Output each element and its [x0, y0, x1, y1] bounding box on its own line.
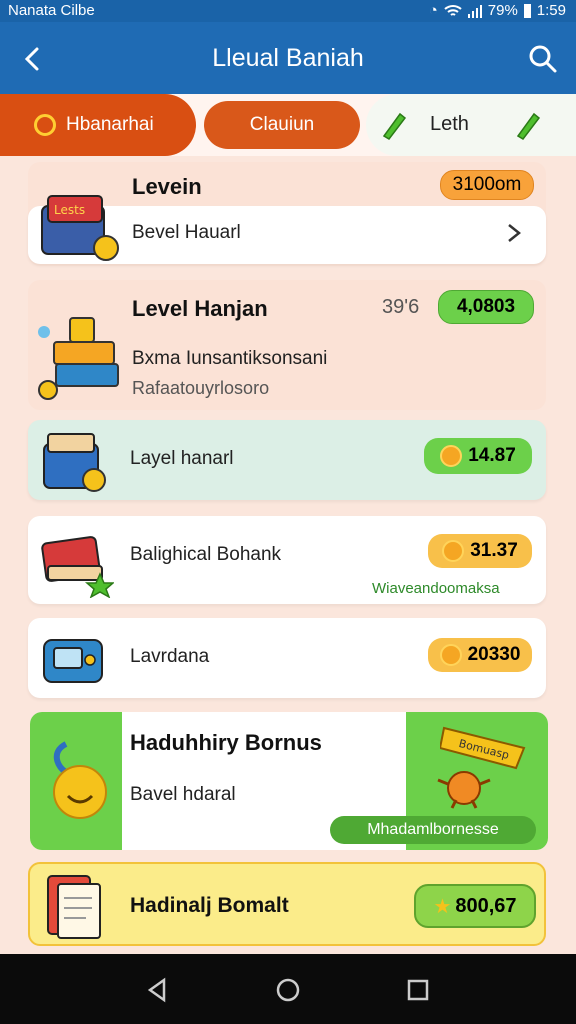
- tab-label: Clauiun: [249, 114, 315, 135]
- badge-value: 31.37: [470, 540, 518, 561]
- alarm-icon: ◔: [428, 2, 438, 19]
- book-star-icon: [41, 536, 114, 598]
- tab-bar: Hbanarhai Clauiun Leth: [0, 94, 576, 156]
- star-coin-icon: [442, 540, 465, 562]
- battery-percent: 79%: [487, 2, 518, 19]
- star-coin-icon: [440, 445, 463, 467]
- card-subtitle: Bavel hdaral: [130, 784, 236, 805]
- pencil-icon: [382, 112, 407, 140]
- reward-card-hadinalj[interactable]: Hadinalj Bomalt ★ 800,67: [28, 862, 546, 946]
- nav-home-icon[interactable]: [272, 974, 304, 1006]
- card-title: Level Hanjan: [132, 296, 268, 321]
- signal-icon: [467, 4, 482, 18]
- sun-character-icon: [437, 771, 491, 809]
- status-bar: Nanata Cilbe ◔ 79% 1:59: [0, 0, 576, 22]
- carrier-text: Nanata Cilbe: [8, 2, 95, 19]
- card-label: Balighical Bohank: [130, 544, 282, 565]
- treasure-chest-icon: [43, 433, 106, 492]
- bonus-card[interactable]: Haduhhiry Bornus Bavel hdaral Bomuasp Mh…: [30, 712, 548, 850]
- card-title: Hadinalj Bomalt: [130, 894, 289, 917]
- clock-time: 1:59: [536, 2, 566, 19]
- badge-value: 14.87: [468, 445, 516, 466]
- reward-badge: 14.87: [424, 438, 532, 474]
- card-title: Levein: [132, 174, 202, 199]
- card-label: Lavrdana: [130, 646, 210, 667]
- reward-card-balighical[interactable]: Balighical Bohank 31.37 Wiaveandoomaksa: [28, 516, 546, 604]
- box-label: Lests: [54, 203, 85, 217]
- pencil-icon: [516, 112, 541, 140]
- card-subtitle: Bevel Hauarl: [132, 222, 241, 243]
- badge-value: 800,67: [455, 894, 517, 917]
- card-note: Wiaveandoomaksa: [372, 580, 500, 597]
- battery-icon: [523, 3, 531, 18]
- ring-icon: [34, 114, 56, 136]
- mascot-icon: [53, 741, 107, 819]
- reward-badge: 4,0803: [438, 290, 534, 324]
- badge-value: 4,0803: [456, 296, 516, 317]
- nav-recents-icon[interactable]: [402, 974, 434, 1006]
- badge-value: 20330: [467, 644, 521, 665]
- search-icon[interactable]: [526, 42, 560, 76]
- book-stack-icon: [38, 317, 119, 400]
- chevron-right-icon[interactable]: [506, 222, 522, 244]
- reward-badge: 20330: [428, 638, 532, 672]
- radio-device-icon: [43, 639, 103, 683]
- tab-leth[interactable]: Leth: [366, 94, 576, 156]
- badge-value: Mhadamlbornesse: [367, 821, 499, 838]
- card-title: Haduhhiry Bornus: [130, 730, 322, 755]
- tab-hbanarhai[interactable]: Hbanarhai: [0, 94, 196, 156]
- reward-card-levein: Lests Levein Bevel Hauarl 3100om: [28, 162, 546, 266]
- page-title: Lleual Baniah: [212, 44, 364, 72]
- card-description: Bxma Iunsantiksonsani: [132, 348, 328, 369]
- nav-back-icon[interactable]: [142, 974, 174, 1006]
- tab-clauiun[interactable]: Clauiun: [204, 101, 360, 149]
- wifi-icon: [444, 4, 462, 16]
- status-icons: ◔ 79% 1:59: [429, 2, 566, 19]
- reward-badge: 3100om: [440, 170, 534, 200]
- app-bar: Lleual Baniah: [0, 22, 576, 94]
- reward-card-layel[interactable]: Layel hanarl 14.87: [28, 420, 546, 500]
- star-coin-icon: [439, 644, 462, 666]
- treasure-box-icon: Lests: [41, 195, 119, 261]
- tab-label: Leth: [430, 113, 469, 135]
- system-nav-bar: [0, 954, 576, 1024]
- reward-card-level-hanjan[interactable]: Level Hanjan 39'6 4,0803 Bxma Iunsantiks…: [28, 280, 546, 410]
- reward-badge: 31.37: [428, 534, 532, 568]
- progress-percent: 39'6: [382, 296, 420, 318]
- reward-card-lavrdana[interactable]: Lavrdana 20330: [28, 618, 546, 698]
- badge-value: 3100om: [452, 174, 522, 195]
- notebook-icon: [47, 875, 101, 939]
- card-label: Layel hanarl: [130, 448, 234, 469]
- reward-badge: ★ 800,67: [414, 884, 536, 928]
- tab-label: Hbanarhai: [66, 114, 154, 135]
- star-icon: ★: [433, 895, 452, 918]
- bonus-badge: Mhadamlbornesse: [330, 816, 536, 844]
- card-caption: Rafaatouyrlosoro: [132, 378, 270, 398]
